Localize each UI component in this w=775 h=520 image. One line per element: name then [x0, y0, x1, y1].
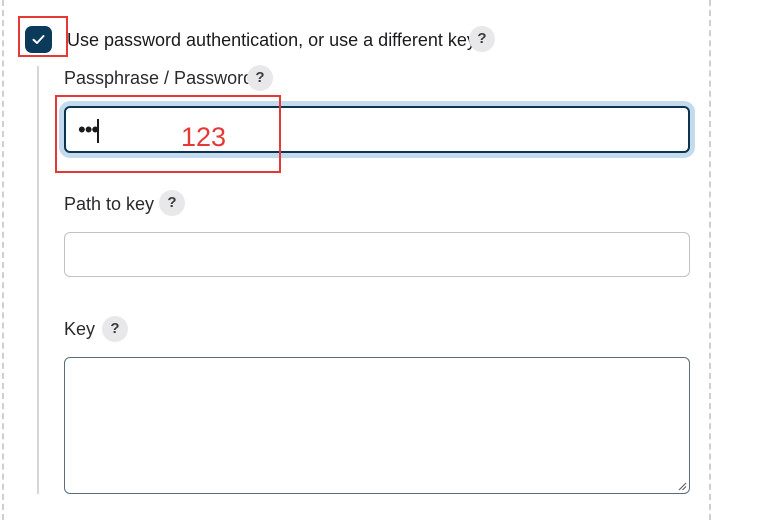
passphrase-help-icon[interactable]: ? [247, 65, 273, 91]
section-left-dashed-border [2, 0, 4, 520]
section-right-dashed-border [709, 0, 711, 520]
key-textarea[interactable] [64, 357, 690, 494]
checkbox-help-icon[interactable]: ? [469, 26, 495, 52]
passphrase-label: Passphrase / Password [64, 68, 254, 88]
password-auth-checkbox-label[interactable]: Use password authentication, or use a di… [67, 29, 476, 51]
path-to-key-input[interactable] [64, 232, 690, 277]
path-to-key-label: Path to key [64, 194, 155, 214]
annotation-text: 123 [181, 122, 227, 152]
nested-section-line [37, 66, 39, 494]
key-help-icon[interactable]: ? [102, 316, 128, 342]
annotation-box-checkbox [18, 16, 68, 57]
annotation-box-password [55, 95, 281, 173]
key-label: Key [64, 319, 96, 339]
path-to-key-help-icon[interactable]: ? [159, 190, 185, 216]
resize-grip-icon[interactable] [677, 481, 687, 491]
